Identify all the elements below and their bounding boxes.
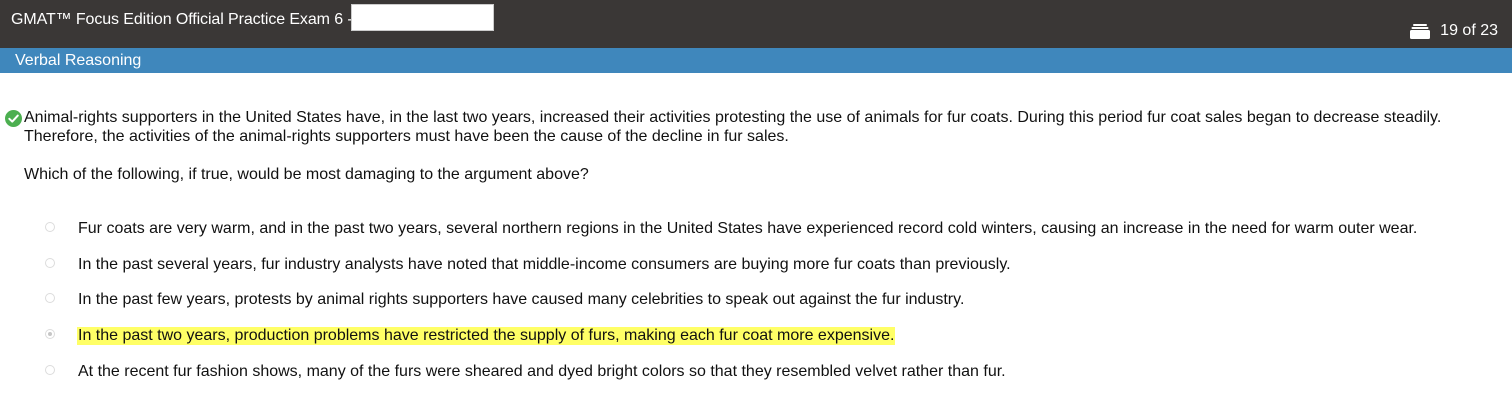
name-field (351, 4, 494, 31)
radio-button[interactable] (45, 222, 55, 232)
radio-button-selected[interactable] (45, 329, 55, 339)
answer-option-a[interactable]: Fur coats are very warm, and in the past… (0, 213, 1512, 245)
progress-text: 19 of 23 (1440, 22, 1498, 39)
answer-option-text: At the recent fur fashion shows, many of… (78, 363, 1006, 380)
answer-option-text: In the past several years, fur industry … (78, 256, 1011, 273)
radio-button[interactable] (45, 293, 55, 303)
answer-option-text: Fur coats are very warm, and in the past… (78, 220, 1418, 237)
answer-option-b[interactable]: In the past several years, fur industry … (0, 249, 1512, 281)
section-bar: Verbal Reasoning (0, 48, 1512, 73)
question-list-icon[interactable] (1410, 23, 1431, 39)
answer-option-text-highlighted: In the past two years, production proble… (77, 327, 896, 345)
radio-button[interactable] (45, 258, 55, 268)
section-title: Verbal Reasoning (15, 52, 142, 69)
answer-option-c[interactable]: In the past few years, protests by anima… (0, 284, 1512, 316)
exam-title: GMAT™ Focus Edition Official Practice Ex… (11, 11, 353, 28)
answer-option-d[interactable]: In the past two years, production proble… (0, 320, 1512, 352)
progress-indicator: 19 of 23 (1410, 22, 1498, 40)
question-passage: Animal-rights supporters in the United S… (24, 109, 1442, 145)
radio-button[interactable] (45, 365, 55, 375)
answer-option-text: In the past few years, protests by anima… (78, 291, 965, 308)
question-stem: Which of the following, if true, would b… (24, 166, 589, 183)
answer-option-e[interactable]: At the recent fur fashion shows, many of… (0, 356, 1512, 388)
top-bar: GMAT™ Focus Edition Official Practice Ex… (0, 0, 1512, 48)
check-circle-icon (5, 110, 22, 127)
